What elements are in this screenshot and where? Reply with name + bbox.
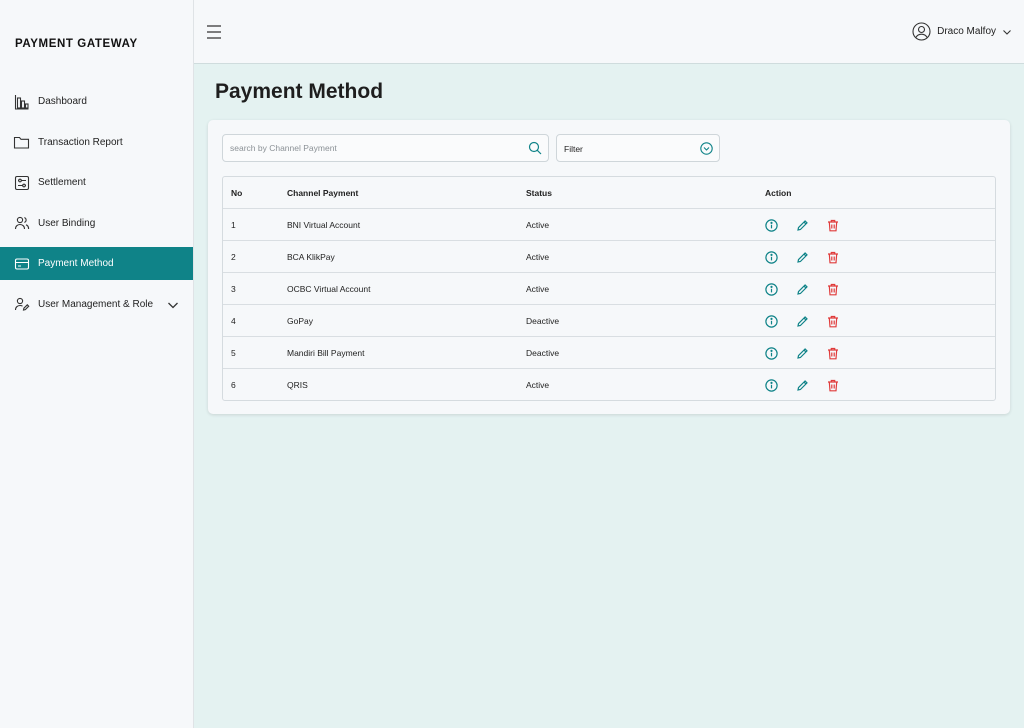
- sidebar-item-label: User Binding: [38, 217, 96, 229]
- brand-logo: PAYMENT GATEWAY: [15, 38, 138, 50]
- search-icon[interactable]: [528, 141, 542, 155]
- delete-icon[interactable]: [825, 281, 841, 297]
- chevron-down-icon: [1002, 27, 1012, 37]
- credit-card-icon: [13, 255, 30, 272]
- table-header-row: No Channel Payment Status Action: [223, 177, 995, 209]
- row-actions: [763, 217, 841, 233]
- edit-icon[interactable]: [794, 345, 810, 361]
- row-number: 1: [231, 220, 236, 230]
- sidebar-item-label: Settlement: [38, 177, 86, 188]
- info-icon[interactable]: [763, 249, 779, 265]
- row-actions: [763, 281, 841, 297]
- sidebar-item-user-binding[interactable]: User Binding: [0, 207, 193, 240]
- sidebar-nav: Dashboard Transaction Report Settlement …: [0, 85, 193, 328]
- edit-icon[interactable]: [794, 313, 810, 329]
- column-header-no: No: [231, 188, 243, 198]
- row-number: 5: [231, 348, 236, 358]
- column-header-action: Action: [765, 188, 792, 198]
- sidebar-item-label: User Management & Role: [38, 298, 154, 310]
- info-icon[interactable]: [763, 377, 779, 393]
- row-actions: [763, 313, 841, 329]
- row-actions: [763, 377, 841, 393]
- table-row: 4 GoPay Deactive: [223, 305, 995, 337]
- delete-icon[interactable]: [825, 217, 841, 233]
- filter-dropdown[interactable]: Filter: [556, 134, 720, 162]
- filter-label: Filter: [564, 144, 583, 154]
- edit-icon[interactable]: [794, 217, 810, 233]
- edit-icon[interactable]: [794, 377, 810, 393]
- channel-payment-name: Mandiri Bill Payment: [287, 348, 365, 358]
- table-row: 6 QRIS Active: [223, 369, 995, 400]
- search-box: [222, 134, 549, 162]
- sidebar-item-label: Payment Method: [38, 258, 114, 269]
- menu-icon[interactable]: [206, 23, 222, 41]
- table-row: 3 OCBC Virtual Account Active: [223, 273, 995, 305]
- sidebar-item-user-management[interactable]: User Management & Role: [0, 288, 193, 321]
- channel-payment-name: GoPay: [287, 316, 313, 326]
- edit-icon[interactable]: [794, 281, 810, 297]
- chevron-down-icon[interactable]: [166, 298, 180, 312]
- avatar: [912, 22, 931, 41]
- delete-icon[interactable]: [825, 313, 841, 329]
- info-icon[interactable]: [763, 281, 779, 297]
- sidebar-item-dashboard[interactable]: Dashboard: [0, 85, 193, 118]
- channel-payment-name: OCBC Virtual Account: [287, 284, 371, 294]
- status-text: Active: [526, 252, 550, 262]
- row-actions: [763, 249, 841, 265]
- status-text: Active: [526, 220, 550, 230]
- sidebar-item-label: Dashboard: [38, 96, 87, 107]
- sidebar-item-payment-method[interactable]: Payment Method: [0, 247, 193, 280]
- info-icon[interactable]: [763, 313, 779, 329]
- row-number: 2: [231, 252, 236, 262]
- payment-method-table: No Channel Payment Status Action 1 BNI Vi…: [222, 176, 996, 401]
- info-icon[interactable]: [763, 217, 779, 233]
- chevron-down-circle-icon: [700, 142, 713, 155]
- row-actions: [763, 345, 841, 361]
- row-number: 3: [231, 284, 236, 294]
- sliders-icon: [13, 174, 30, 191]
- status-text: Deactive: [526, 316, 560, 326]
- user-name: Draco Malfoy: [937, 26, 996, 37]
- row-number: 4: [231, 316, 236, 326]
- row-number: 6: [231, 380, 236, 390]
- bar-chart-icon: [13, 93, 30, 110]
- search-input[interactable]: [223, 135, 523, 161]
- sidebar-item-transaction-report[interactable]: Transaction Report: [0, 126, 193, 159]
- page-title: Payment Method: [215, 80, 384, 103]
- channel-payment-name: BNI Virtual Account: [287, 220, 361, 230]
- user-menu[interactable]: Draco Malfoy: [912, 22, 1012, 41]
- table-row: 5 Mandiri Bill Payment Deactive: [223, 337, 995, 369]
- sidebar-item-settlement[interactable]: Settlement: [0, 166, 193, 199]
- channel-payment-name: QRIS: [287, 380, 308, 390]
- status-text: Active: [526, 380, 550, 390]
- column-header-channel: Channel Payment: [287, 188, 359, 198]
- user-edit-icon: [13, 296, 30, 313]
- payment-method-card: Filter No Channel Payment Status Action …: [208, 120, 1010, 414]
- sidebar-item-label: Transaction Report: [38, 136, 123, 148]
- info-icon[interactable]: [763, 345, 779, 361]
- folder-icon: [13, 134, 30, 151]
- users-icon: [13, 215, 30, 232]
- table-row: 2 BCA KlikPay Active: [223, 241, 995, 273]
- status-text: Active: [526, 284, 550, 294]
- delete-icon[interactable]: [825, 345, 841, 361]
- edit-icon[interactable]: [794, 249, 810, 265]
- column-header-status: Status: [526, 188, 552, 198]
- delete-icon[interactable]: [825, 249, 841, 265]
- channel-payment-name: BCA KlikPay: [287, 252, 335, 262]
- sidebar: PAYMENT GATEWAY Dashboard Transaction Re…: [0, 0, 194, 728]
- top-bar: Draco Malfoy: [194, 0, 1024, 64]
- status-text: Deactive: [526, 348, 560, 358]
- table-row: 1 BNI Virtual Account Active: [223, 209, 995, 241]
- delete-icon[interactable]: [825, 377, 841, 393]
